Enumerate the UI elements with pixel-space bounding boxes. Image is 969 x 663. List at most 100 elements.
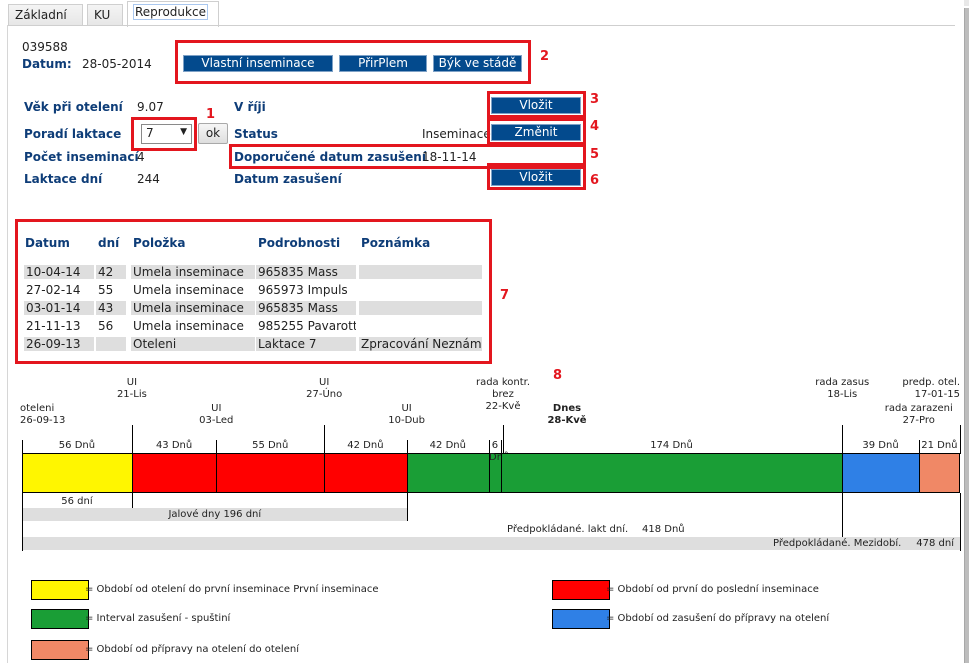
timeline-event-lower: UI 03-Led <box>166 403 266 427</box>
table-cell-note: Zpracování Neznámý <box>359 337 482 351</box>
tab-label: Reprodukce <box>133 4 208 20</box>
expected-interval-value: 478 dní <box>916 538 954 549</box>
table-cell-days <box>96 337 126 351</box>
column-header-days: dní <box>98 236 120 250</box>
age-at-calving-label: Věk při otelení <box>24 100 123 114</box>
event-tick <box>960 425 961 454</box>
age-at-calving-value: 9.07 <box>137 100 164 114</box>
dryoff-insert-button[interactable]: Vložit <box>491 169 581 186</box>
natural-breeding-button[interactable]: PřirPlem <box>339 55 427 72</box>
legend-swatch <box>31 640 89 660</box>
bull-in-herd-button[interactable]: Býk ve stádě <box>433 55 522 72</box>
animal-id: 039588 <box>22 40 68 54</box>
legend-swatch <box>31 580 89 600</box>
event-title: Dnes <box>552 403 582 414</box>
event-date: 27-Úno <box>306 389 343 400</box>
lactation-order-label: Poradí laktace <box>24 127 122 141</box>
segment-divider <box>489 440 491 454</box>
expected-interval-bar: Předpokládané. Mezidobí. 478 dní <box>23 537 960 550</box>
insemination-count-label: Počet inseminací <box>24 150 139 164</box>
marker-7: 7 <box>500 288 510 303</box>
divider <box>131 493 133 508</box>
segment-days-label: 43 Dnů <box>155 440 193 451</box>
in-heat-insert-button[interactable]: Vložit <box>491 97 581 114</box>
table-cell-days: 55 <box>98 283 114 297</box>
timeline-event-lower: UI 10-Dub <box>357 403 457 427</box>
table-cell-item: Oteleni <box>131 337 255 351</box>
table-cell-date: 27-02-14 <box>26 283 81 297</box>
divider <box>842 493 844 537</box>
tab-ku[interactable]: KU <box>87 4 123 26</box>
segment-days-label: 6 Dnů <box>489 440 510 463</box>
event-date: 28-Kvě <box>547 415 587 426</box>
tab-label: Základní <box>15 8 67 22</box>
timeline-event-lower: oteleni 26-09-13 <box>20 403 120 427</box>
segment-days-label: 42 Dnů <box>347 440 384 451</box>
ok-button[interactable]: ok <box>198 123 228 144</box>
timeline-event-upper: UI 27-Úno <box>274 377 374 401</box>
event-title: UI <box>126 377 138 388</box>
segment-days-label: 21 Dnů <box>921 440 958 451</box>
event-title: UI <box>319 377 330 388</box>
table-cell-details: 985255 Pavarotti <box>258 319 356 333</box>
event-title: UI <box>211 403 222 414</box>
vertical-scrollbar[interactable] <box>964 8 969 663</box>
in-heat-label: V říji <box>234 100 266 114</box>
legend-swatch <box>31 609 89 629</box>
event-tick <box>324 425 326 454</box>
segment-divider <box>22 440 23 454</box>
segment-divider <box>918 440 920 454</box>
segment-divider <box>500 440 502 454</box>
table-cell-date: 26-09-13 <box>24 337 94 351</box>
scrollbar-cap <box>964 0 969 6</box>
table-cell-date: 03-01-14 <box>24 301 94 315</box>
table-cell-details: Laktace 7 <box>256 337 356 351</box>
tab-zakladni[interactable]: Základní <box>8 4 83 26</box>
event-title: brez <box>492 389 514 400</box>
timeline-segment <box>216 453 325 493</box>
table-cell-days: 43 <box>96 301 126 315</box>
column-header-details: Podrobnosti <box>258 236 341 250</box>
table-cell-item: Umela inseminace <box>133 319 244 333</box>
event-date: 17-01-15 <box>914 389 960 400</box>
marker-5: 5 <box>590 147 600 162</box>
event-date: 27-Pro <box>902 415 935 426</box>
tab-label: KU <box>94 8 111 22</box>
table-cell-details: 965835 Mass <box>256 265 356 279</box>
own-insemination-button[interactable]: Vlastní inseminace <box>183 55 333 72</box>
recommended-dryoff-label: Doporučené datum zasušení <box>234 150 426 164</box>
legend-text: = Interval zasušení - spuštiní <box>85 613 231 624</box>
event-title: predp. otel. <box>902 377 960 388</box>
legend-text: = Období od zasušení do přípravy na otel… <box>606 613 830 624</box>
lactation-order-select[interactable]: 7 ▼ <box>141 124 192 144</box>
table-cell-note <box>359 319 482 333</box>
timeline-event-upper: predp. otel. 17-01-15 <box>898 377 960 401</box>
date-label: Datum: <box>22 57 72 71</box>
tab-reprodukce[interactable]: Reprodukce <box>127 1 219 27</box>
date-value: 28-05-2014 <box>82 57 152 71</box>
marker-6: 6 <box>590 173 600 188</box>
lactation-days-label: Laktace dní <box>24 172 103 186</box>
event-date: 21-Lis <box>116 389 147 400</box>
event-date: 26-09-13 <box>20 415 66 426</box>
legend-swatch <box>552 609 610 629</box>
status-change-button[interactable]: Změnit <box>491 124 581 141</box>
table-cell-note <box>359 301 482 315</box>
event-date: 10-Dub <box>388 415 425 426</box>
column-header-note: Poznámka <box>361 236 431 250</box>
event-title: rada kontr. <box>475 377 531 388</box>
column-header-item: Položka <box>133 236 186 250</box>
event-title: rada zarazeni <box>884 403 953 414</box>
status-label: Status <box>234 127 278 141</box>
legend-swatch <box>552 580 610 600</box>
event-title: rada zasus <box>815 377 870 388</box>
marker-3: 3 <box>590 92 600 107</box>
timeline-event-lower: rada zarazeni 27-Pro <box>869 403 969 427</box>
event-tick <box>131 425 133 454</box>
timeline-event-upper: rada zasus 18-Lis <box>792 377 892 401</box>
marker-1: 1 <box>206 107 216 122</box>
table-cell-item: Umela inseminace <box>133 283 244 297</box>
segment-days-label: 39 Dnů <box>862 440 899 451</box>
table-cell-days: 42 <box>96 265 126 279</box>
timeline-segment <box>22 453 132 493</box>
